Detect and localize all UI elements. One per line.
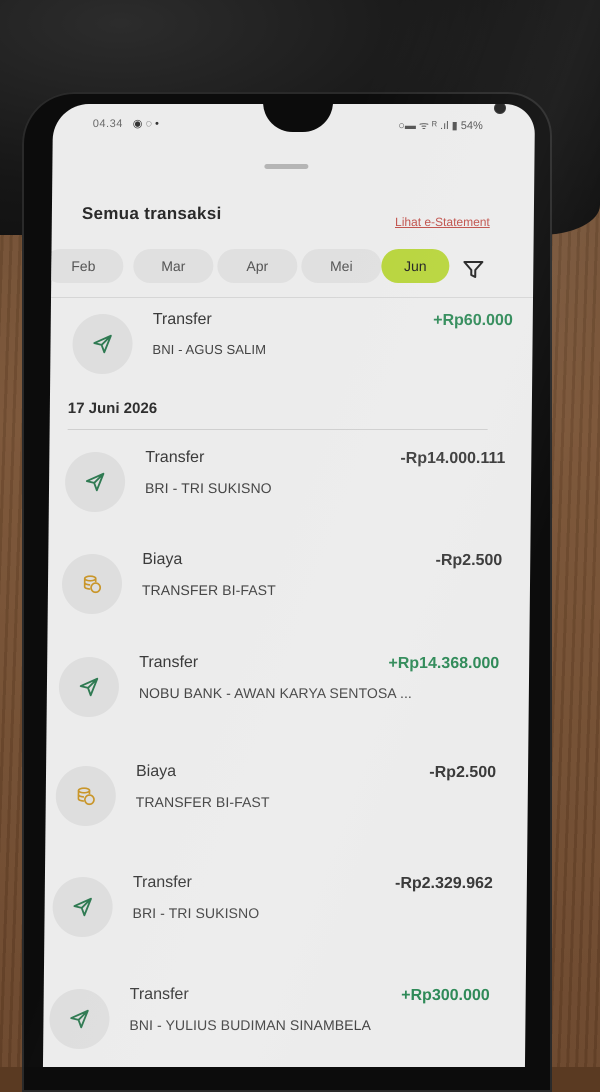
fee-coins-icon <box>77 787 95 806</box>
transaction-row[interactable]: Transfer BRI - TRI SUKISNO -Rp2.329.962 <box>52 874 493 957</box>
transaction-description: TRANSFER BI-FAST <box>141 582 276 598</box>
transaction-icon <box>52 877 113 937</box>
phone-screen: 04.34 ◉ ◌ • ○▬ ᯤ ᴿ .ıl ▮ 54% Semua trans… <box>42 104 536 1067</box>
transaction-description: NOBU BANK - AWAN KARYA SENTOSA ... <box>138 685 413 701</box>
transaction-amount: -Rp2.500 <box>435 552 503 569</box>
camera-icon <box>493 104 507 114</box>
sheet-drag-handle[interactable] <box>264 164 309 169</box>
transaction-row[interactable]: Biaya TRANSFER BI-FAST -Rp2.500 <box>55 763 497 846</box>
page-title: Semua transaksi <box>81 204 222 223</box>
transaction-title: Transfer <box>152 311 212 328</box>
send-icon <box>73 897 92 917</box>
transaction-title: Transfer <box>132 874 192 891</box>
transaction-amount: -Rp2.329.962 <box>394 875 493 892</box>
transaction-title: Biaya <box>142 551 183 568</box>
month-tabs: Feb Mar Apr Mei Jun <box>43 249 533 289</box>
transaction-description: BNI - YULIUS BUDIMAN SINAMBELA <box>129 1017 372 1033</box>
tab-feb[interactable]: Feb <box>43 249 124 283</box>
tab-mei[interactable]: Mei <box>301 249 382 283</box>
transaction-description: BNI - AGUS SALIM <box>152 342 267 357</box>
transaction-title: Transfer <box>145 449 205 466</box>
transaction-icon <box>64 452 126 512</box>
transaction-amount: +Rp60.000 <box>433 312 513 329</box>
transaction-description: TRANSFER BI-FAST <box>135 794 270 810</box>
send-icon <box>85 472 105 492</box>
transaction-title: Biaya <box>135 763 177 780</box>
list-top-divider <box>51 297 534 298</box>
filter-icon[interactable] <box>461 257 485 281</box>
date-header: 17 Juni 2026 <box>67 400 158 417</box>
transaction-description: BRI - TRI SUKISNO <box>144 480 272 496</box>
status-bar: 04.34 ◉ ◌ • ○▬ ᯤ ᴿ .ıl ▮ 54% <box>53 118 535 138</box>
send-icon <box>79 677 99 697</box>
transaction-row[interactable]: Transfer BRI - TRI SUKISNO -Rp14.000.111 <box>64 449 506 532</box>
transaction-title: Transfer <box>129 986 189 1003</box>
transaction-icon <box>55 766 117 826</box>
fee-coins-icon <box>83 575 102 594</box>
transaction-row[interactable]: Transfer BNI - YULIUS BUDIMAN SINAMBELA … <box>49 986 490 1067</box>
transaction-icon <box>61 554 123 614</box>
transaction-amount: +Rp14.368.000 <box>388 655 500 672</box>
transaction-title: Transfer <box>139 654 199 671</box>
send-icon <box>70 1009 89 1029</box>
tab-mar[interactable]: Mar <box>133 249 214 283</box>
status-indicators: ○▬ ᯤ ᴿ .ıl ▮ 54% <box>398 120 483 132</box>
estatement-link[interactable]: Lihat e-Statement <box>395 215 490 229</box>
notification-icons: ◉ ◌ • <box>132 118 160 130</box>
tab-apr[interactable]: Apr <box>217 249 298 283</box>
transaction-amount: -Rp14.000.111 <box>400 450 506 467</box>
transaction-amount: -Rp2.500 <box>429 764 497 781</box>
transaction-icon <box>72 314 133 374</box>
tab-jun[interactable]: Jun <box>381 249 450 283</box>
status-time: 04.34 <box>92 118 123 130</box>
transaction-row[interactable]: Transfer NOBU BANK - AWAN KARYA SENTOSA … <box>58 654 500 737</box>
send-icon <box>93 334 112 354</box>
transaction-row[interactable]: Biaya TRANSFER BI-FAST -Rp2.500 <box>61 551 503 634</box>
date-divider <box>67 429 488 430</box>
transaction-amount: +Rp300.000 <box>401 987 490 1004</box>
transaction-row[interactable]: Transfer BNI - AGUS SALIM +Rp60.000 <box>72 311 513 394</box>
transaction-description: BRI - TRI SUKISNO <box>132 905 260 921</box>
transaction-icon <box>58 657 120 717</box>
transaction-icon <box>49 989 110 1049</box>
